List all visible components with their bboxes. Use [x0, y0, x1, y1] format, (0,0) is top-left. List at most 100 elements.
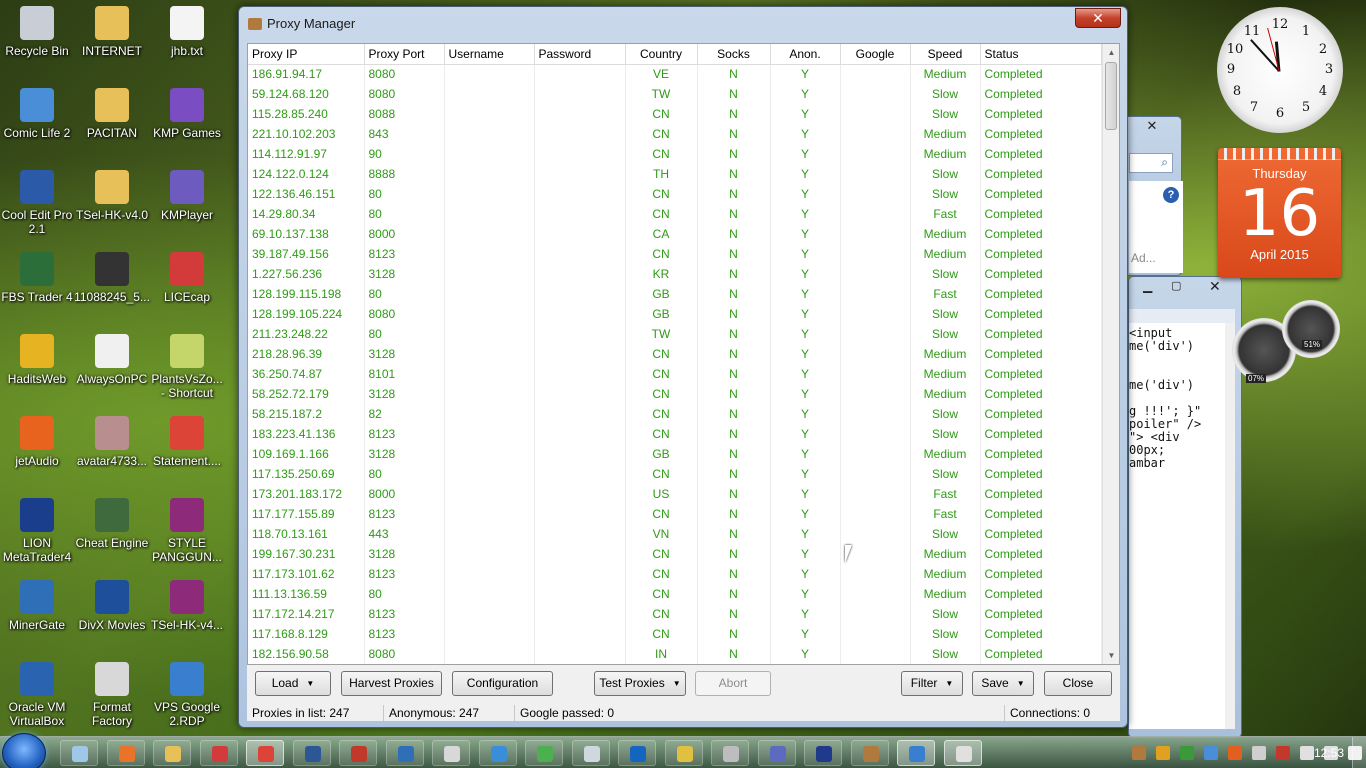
start-button[interactable] — [2, 733, 46, 768]
column-header[interactable]: Socks — [697, 44, 771, 65]
table-row[interactable]: 117.135.250.69 80 CN N Y Slow Completed — [248, 464, 1102, 484]
vertical-scrollbar[interactable]: ▲ ▼ — [1102, 44, 1119, 664]
table-row[interactable]: 128.199.105.224 8080 GB N Y Slow Completed — [248, 304, 1102, 324]
network-icon[interactable] — [1252, 746, 1266, 760]
table-row[interactable]: 115.28.85.240 8088 CN N Y Slow Completed — [248, 104, 1102, 124]
tray-app-icon[interactable] — [1132, 746, 1146, 760]
taskbar-app-button[interactable] — [199, 740, 238, 766]
proxy-manager-window[interactable]: Proxy Manager ✕ Proxy IP Proxy Port Userna… — [238, 6, 1128, 728]
column-header[interactable]: Google — [840, 44, 911, 65]
test-proxies-button[interactable]: Test Proxies ▼ — [594, 671, 686, 696]
table-row[interactable]: 128.199.115.198 80 GB N Y Fast Completed — [248, 284, 1102, 304]
taskbar-app-button[interactable] — [525, 740, 563, 766]
desktop-icon[interactable]: Recycle Bin — [0, 6, 75, 58]
table-row[interactable]: 36.250.74.87 8101 CN N Y Medium Completed — [248, 364, 1102, 384]
taskbar-app-button[interactable] — [711, 740, 749, 766]
taskbar-app-button[interactable] — [897, 740, 935, 766]
desktop-icon[interactable]: LICEcap — [149, 252, 225, 304]
table-row[interactable]: 14.29.80.34 80 CN N Y Fast Completed — [248, 204, 1102, 224]
desktop-icon[interactable]: Cool Edit Pro 2.1 — [0, 170, 75, 236]
title-bar[interactable]: Proxy Manager — [239, 7, 1127, 37]
table-row[interactable]: 69.10.137.138 8000 CA N Y Medium Completed — [248, 224, 1102, 244]
desktop-icon[interactable]: FBS Trader 4 — [0, 252, 75, 304]
editor-scrollbar[interactable] — [1225, 323, 1235, 729]
show-desktop-button[interactable] — [1352, 737, 1366, 768]
desktop-icon[interactable]: KMP Games — [149, 88, 225, 140]
maximize-icon[interactable]: ▢ — [1171, 279, 1181, 292]
taskbar-app-button[interactable] — [432, 740, 470, 766]
background-window-editor[interactable]: ▁ ▢ ✕ <input me('div') me('div') g !!!'; }"… — [1128, 276, 1242, 738]
proxy-list[interactable]: Proxy IP Proxy Port Username Password Countr… — [247, 43, 1120, 665]
desktop-icon[interactable]: INTERNET — [74, 6, 150, 58]
harvest-proxies-button[interactable]: Harvest Proxies — [341, 671, 442, 696]
taskbar-app-button[interactable] — [60, 740, 98, 766]
desktop-icon[interactable]: Statement.... — [149, 416, 225, 468]
taskbar-app-button[interactable] — [153, 740, 191, 766]
desktop-icon[interactable]: 11088245_5... — [74, 252, 150, 304]
window-close-button[interactable]: ✕ — [1075, 8, 1121, 28]
table-row[interactable]: 199.167.30.231 3128 CN N Y Medium Completed — [248, 544, 1102, 564]
table-row[interactable]: 118.70.13.161 443 VN N Y Slow Completed — [248, 524, 1102, 544]
table-row[interactable]: 39.187.49.156 8123 CN N Y Medium Completed — [248, 244, 1102, 264]
desktop-icon[interactable]: Cheat Engine — [74, 498, 150, 550]
column-header[interactable]: Country — [625, 44, 698, 65]
table-row[interactable]: 59.124.68.120 8080 TW N Y Slow Completed — [248, 84, 1102, 104]
background-window-search[interactable]: ✕ ⌕ ? Ad... — [1120, 116, 1183, 276]
taskbar-clock[interactable]: 12:53 — [1314, 746, 1344, 760]
desktop-icon[interactable]: Format Factory — [74, 662, 150, 728]
scroll-up-arrow-icon[interactable]: ▲ — [1103, 44, 1119, 61]
table-row[interactable]: 58.215.187.2 82 CN N Y Slow Completed — [248, 404, 1102, 424]
table-row[interactable]: 111.13.136.59 80 CN N Y Medium Completed — [248, 584, 1102, 604]
desktop-icon[interactable]: AlwaysOnPC — [74, 334, 150, 386]
taskbar-app-button[interactable] — [246, 740, 284, 766]
desktop-icon[interactable]: TSel-HK-v4.0 — [74, 170, 150, 222]
memory-gauge[interactable]: 51% — [1282, 300, 1340, 358]
close-icon[interactable]: ✕ — [1137, 118, 1167, 136]
tray-app-icon[interactable] — [1228, 746, 1242, 760]
column-header[interactable]: Speed — [910, 44, 981, 65]
table-row[interactable]: 218.28.96.39 3128 CN N Y Medium Completed — [248, 344, 1102, 364]
desktop-icon[interactable]: LION MetaTrader4 — [0, 498, 75, 564]
table-row[interactable]: 109.169.1.166 3128 GB N Y Medium Completed — [248, 444, 1102, 464]
table-row[interactable]: 124.122.0.124 8888 TH N Y Slow Completed — [248, 164, 1102, 184]
table-row[interactable]: 117.177.155.89 8123 CN N Y Fast Completed — [248, 504, 1102, 524]
desktop-icon[interactable]: STYLE PANGGUN... — [149, 498, 225, 564]
column-header[interactable]: Proxy Port — [364, 44, 445, 65]
table-row[interactable]: 211.23.248.22 80 TW N Y Slow Completed — [248, 324, 1102, 344]
editor-text[interactable]: <input me('div') me('div') g !!!'; }" poiler… — [1129, 327, 1201, 470]
calendar-gadget[interactable]: Thursday 16 April 2015 — [1218, 148, 1341, 278]
column-header[interactable]: Username — [444, 44, 535, 65]
close-icon[interactable]: ✕ — [1209, 278, 1221, 295]
desktop-icon[interactable]: PlantsVsZo... - Shortcut — [149, 334, 225, 400]
taskbar-app-button[interactable] — [618, 740, 656, 766]
taskbar-app-button[interactable] — [664, 740, 703, 766]
table-row[interactable]: 183.223.41.136 8123 CN N Y Slow Completed — [248, 424, 1102, 444]
taskbar-app-button[interactable] — [339, 740, 377, 766]
desktop-icon[interactable]: jhb.txt — [149, 6, 225, 58]
taskbar-app-button[interactable] — [478, 740, 517, 766]
table-row[interactable]: 122.136.46.151 80 CN N Y Slow Completed — [248, 184, 1102, 204]
flag-icon[interactable] — [1276, 746, 1290, 760]
scroll-down-arrow-icon[interactable]: ▼ — [1103, 647, 1119, 664]
desktop-icon[interactable]: jetAudio — [0, 416, 75, 468]
scroll-thumb[interactable] — [1105, 62, 1117, 130]
taskbar-app-button[interactable] — [292, 740, 331, 766]
table-row[interactable]: 1.227.56.236 3128 KR N Y Slow Completed — [248, 264, 1102, 284]
table-row[interactable]: 117.172.14.217 8123 CN N Y Slow Completed — [248, 604, 1102, 624]
load-button[interactable]: Load ▼ — [255, 671, 331, 696]
tray-app-icon[interactable] — [1180, 746, 1194, 760]
desktop-icon[interactable]: VPS Google 2.RDP — [149, 662, 225, 728]
desktop-icon[interactable]: TSel-HK-v4... — [149, 580, 225, 632]
taskbar-app-button[interactable] — [804, 740, 842, 766]
column-header[interactable]: Anon. — [770, 44, 841, 65]
tray-app-icon[interactable] — [1156, 746, 1170, 760]
save-button[interactable]: Save ▼ — [972, 671, 1034, 696]
taskbar-app-button[interactable] — [571, 740, 610, 766]
desktop-icon[interactable]: Oracle VM VirtualBox — [0, 662, 75, 728]
column-header[interactable]: Password — [534, 44, 626, 65]
taskbar-app-button[interactable] — [850, 740, 889, 766]
table-row[interactable]: 186.91.94.17 8080 VE N Y Medium Completed — [248, 64, 1102, 84]
taskbar-app-button[interactable] — [943, 740, 982, 766]
taskbar-app-button[interactable] — [385, 740, 424, 766]
desktop-icon[interactable]: avatar4733... — [74, 416, 150, 468]
